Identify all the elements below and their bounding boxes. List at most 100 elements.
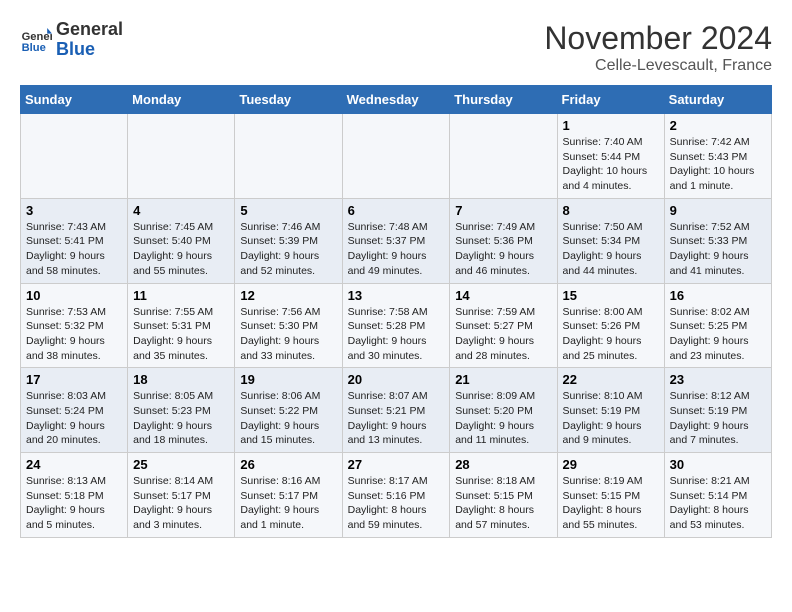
day-number: 17 [26, 372, 122, 387]
calendar-cell: 19 Sunrise: 8:06 AM Sunset: 5:22 PM Dayli… [235, 368, 342, 453]
calendar-cell: 6Sunrise: 7:48 AM Sunset: 5:37 PM Daylig… [342, 198, 450, 283]
calendar-cell [450, 114, 557, 199]
svg-text:Blue: Blue [22, 42, 46, 54]
calendar-cell: 13 Sunrise: 7:58 AM Sunset: 5:28 PM Dayli… [342, 283, 450, 368]
calendar-week-row: 10 Sunrise: 7:53 AM Sunset: 5:32 PM Dayli… [21, 283, 772, 368]
calendar-cell: 29Sunrise: 8:19 AM Sunset: 5:15 PM Dayli… [557, 453, 664, 538]
title-block: November 2024 Celle-Levescault, France [544, 20, 772, 75]
calendar-cell: 4 Sunrise: 7:45 AM Sunset: 5:40 PM Daylig… [128, 198, 235, 283]
day-number: 28 [455, 457, 551, 472]
calendar-cell: 12 Sunrise: 7:56 AM Sunset: 5:30 PM Dayli… [235, 283, 342, 368]
calendar-cell: 9Sunrise: 7:52 AM Sunset: 5:33 PM Daylig… [664, 198, 771, 283]
calendar-week-row: 24 Sunrise: 8:13 AM Sunset: 5:18 PM Dayli… [21, 453, 772, 538]
day-info: Sunrise: 8:12 AM Sunset: 5:19 PM Dayligh… [670, 389, 766, 448]
weekday-header-saturday: Saturday [664, 86, 771, 114]
calendar-cell: 11 Sunrise: 7:55 AM Sunset: 5:31 PM Dayli… [128, 283, 235, 368]
day-info: Sunrise: 8:21 AM Sunset: 5:14 PM Dayligh… [670, 474, 766, 533]
calendar-cell: 7Sunrise: 7:49 AM Sunset: 5:36 PM Daylig… [450, 198, 557, 283]
day-number: 23 [670, 372, 766, 387]
day-info: Sunrise: 7:42 AM Sunset: 5:43 PM Dayligh… [670, 135, 766, 194]
day-info: Sunrise: 7:55 AM Sunset: 5:31 PM Dayligh… [133, 305, 229, 364]
calendar-cell: 22Sunrise: 8:10 AM Sunset: 5:19 PM Dayli… [557, 368, 664, 453]
logo-general: General [56, 19, 123, 39]
day-info: Sunrise: 7:43 AM Sunset: 5:41 PM Dayligh… [26, 220, 122, 279]
day-number: 21 [455, 372, 551, 387]
day-info: Sunrise: 7:48 AM Sunset: 5:37 PM Dayligh… [348, 220, 445, 279]
calendar-cell: 1 Sunrise: 7:40 AM Sunset: 5:44 PM Daylig… [557, 114, 664, 199]
calendar-week-row: 17 Sunrise: 8:03 AM Sunset: 5:24 PM Dayli… [21, 368, 772, 453]
day-number: 29 [563, 457, 659, 472]
day-info: Sunrise: 7:50 AM Sunset: 5:34 PM Dayligh… [563, 220, 659, 279]
weekday-header-friday: Friday [557, 86, 664, 114]
day-info: Sunrise: 8:18 AM Sunset: 5:15 PM Dayligh… [455, 474, 551, 533]
weekday-header-thursday: Thursday [450, 86, 557, 114]
day-number: 13 [348, 288, 445, 303]
day-number: 30 [670, 457, 766, 472]
day-number: 16 [670, 288, 766, 303]
calendar-cell: 26 Sunrise: 8:16 AM Sunset: 5:17 PM Dayli… [235, 453, 342, 538]
day-info: Sunrise: 7:40 AM Sunset: 5:44 PM Dayligh… [563, 135, 659, 194]
calendar-cell [235, 114, 342, 199]
calendar-cell: 24 Sunrise: 8:13 AM Sunset: 5:18 PM Dayli… [21, 453, 128, 538]
day-info: Sunrise: 8:10 AM Sunset: 5:19 PM Dayligh… [563, 389, 659, 448]
day-info: Sunrise: 7:46 AM Sunset: 5:39 PM Dayligh… [240, 220, 336, 279]
calendar-cell: 21 Sunrise: 8:09 AM Sunset: 5:20 PM Dayli… [450, 368, 557, 453]
day-info: Sunrise: 7:56 AM Sunset: 5:30 PM Dayligh… [240, 305, 336, 364]
weekday-header-row: SundayMondayTuesdayWednesdayThursdayFrid… [21, 86, 772, 114]
day-number: 20 [348, 372, 445, 387]
day-number: 12 [240, 288, 336, 303]
calendar-table: SundayMondayTuesdayWednesdayThursdayFrid… [20, 85, 772, 538]
calendar-cell [342, 114, 450, 199]
day-number: 19 [240, 372, 336, 387]
calendar-cell: 5 Sunrise: 7:46 AM Sunset: 5:39 PM Daylig… [235, 198, 342, 283]
calendar-cell: 2 Sunrise: 7:42 AM Sunset: 5:43 PM Daylig… [664, 114, 771, 199]
day-number: 4 [133, 203, 229, 218]
day-number: 27 [348, 457, 445, 472]
day-number: 18 [133, 372, 229, 387]
day-info: Sunrise: 7:53 AM Sunset: 5:32 PM Dayligh… [26, 305, 122, 364]
day-number: 25 [133, 457, 229, 472]
calendar-week-row: 3 Sunrise: 7:43 AM Sunset: 5:41 PM Daylig… [21, 198, 772, 283]
day-number: 9 [670, 203, 766, 218]
logo: General Blue General Blue [20, 20, 123, 60]
weekday-header-monday: Monday [128, 86, 235, 114]
day-info: Sunrise: 7:58 AM Sunset: 5:28 PM Dayligh… [348, 305, 445, 364]
day-number: 5 [240, 203, 336, 218]
day-number: 2 [670, 118, 766, 133]
calendar-cell: 20Sunrise: 8:07 AM Sunset: 5:21 PM Dayli… [342, 368, 450, 453]
calendar-cell: 3 Sunrise: 7:43 AM Sunset: 5:41 PM Daylig… [21, 198, 128, 283]
day-info: Sunrise: 8:00 AM Sunset: 5:26 PM Dayligh… [563, 305, 659, 364]
day-info: Sunrise: 8:09 AM Sunset: 5:20 PM Dayligh… [455, 389, 551, 448]
day-number: 10 [26, 288, 122, 303]
calendar-cell: 10 Sunrise: 7:53 AM Sunset: 5:32 PM Dayli… [21, 283, 128, 368]
calendar-cell [21, 114, 128, 199]
day-info: Sunrise: 7:49 AM Sunset: 5:36 PM Dayligh… [455, 220, 551, 279]
calendar-cell: 27Sunrise: 8:17 AM Sunset: 5:16 PM Dayli… [342, 453, 450, 538]
month-title: November 2024 [544, 20, 772, 57]
logo-icon: General Blue [20, 24, 52, 56]
weekday-header-wednesday: Wednesday [342, 86, 450, 114]
day-info: Sunrise: 8:14 AM Sunset: 5:17 PM Dayligh… [133, 474, 229, 533]
calendar-body: 1 Sunrise: 7:40 AM Sunset: 5:44 PM Daylig… [21, 114, 772, 538]
day-info: Sunrise: 8:13 AM Sunset: 5:18 PM Dayligh… [26, 474, 122, 533]
calendar-cell: 28 Sunrise: 8:18 AM Sunset: 5:15 PM Dayli… [450, 453, 557, 538]
day-number: 3 [26, 203, 122, 218]
calendar-cell: 16Sunrise: 8:02 AM Sunset: 5:25 PM Dayli… [664, 283, 771, 368]
day-info: Sunrise: 7:45 AM Sunset: 5:40 PM Dayligh… [133, 220, 229, 279]
weekday-header-tuesday: Tuesday [235, 86, 342, 114]
calendar-cell: 18Sunrise: 8:05 AM Sunset: 5:23 PM Dayli… [128, 368, 235, 453]
day-number: 24 [26, 457, 122, 472]
day-info: Sunrise: 8:16 AM Sunset: 5:17 PM Dayligh… [240, 474, 336, 533]
day-number: 11 [133, 288, 229, 303]
day-info: Sunrise: 8:06 AM Sunset: 5:22 PM Dayligh… [240, 389, 336, 448]
day-info: Sunrise: 8:03 AM Sunset: 5:24 PM Dayligh… [26, 389, 122, 448]
logo-blue: Blue [56, 39, 95, 59]
calendar-cell: 15Sunrise: 8:00 AM Sunset: 5:26 PM Dayli… [557, 283, 664, 368]
calendar-cell: 17 Sunrise: 8:03 AM Sunset: 5:24 PM Dayli… [21, 368, 128, 453]
day-number: 1 [563, 118, 659, 133]
location-subtitle: Celle-Levescault, France [544, 57, 772, 75]
day-number: 26 [240, 457, 336, 472]
day-number: 14 [455, 288, 551, 303]
calendar-cell: 30 Sunrise: 8:21 AM Sunset: 5:14 PM Dayli… [664, 453, 771, 538]
calendar-cell: 14Sunrise: 7:59 AM Sunset: 5:27 PM Dayli… [450, 283, 557, 368]
